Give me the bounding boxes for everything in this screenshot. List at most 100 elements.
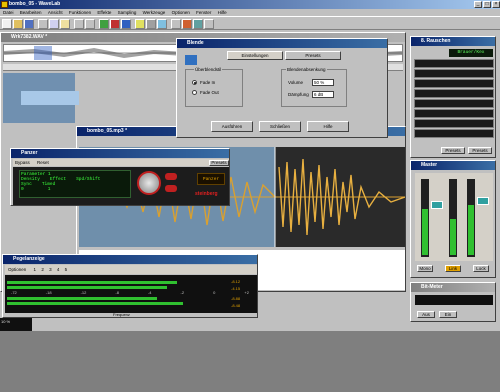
rack-slot[interactable] bbox=[414, 99, 494, 108]
scale-5: -2 bbox=[180, 290, 185, 295]
menu-datei[interactable]: Datei bbox=[3, 10, 14, 15]
rack-slot[interactable] bbox=[414, 89, 494, 98]
pencil-icon[interactable] bbox=[157, 19, 167, 29]
menu-optionen[interactable]: Optionen bbox=[172, 10, 190, 15]
plugin-lcd: Parameter 1 Density Effect Spd/Shift Sync T… bbox=[19, 170, 131, 198]
zoom-icon[interactable] bbox=[146, 19, 156, 29]
meter-icon[interactable] bbox=[171, 19, 181, 29]
rack-slot[interactable] bbox=[414, 59, 494, 68]
redo-icon[interactable] bbox=[85, 19, 95, 29]
fade-in-radio[interactable] bbox=[192, 80, 197, 85]
ueberblendstil-label: Überblendstil bbox=[194, 67, 223, 72]
reset-menu[interactable]: Reset bbox=[37, 160, 49, 165]
ueberblendstil-group: Überblendstil Fade In Fade Out bbox=[185, 67, 243, 107]
bypass-menu[interactable]: Bypass bbox=[15, 160, 30, 165]
app-title-bar: bombo_05 - WaveLab bbox=[0, 0, 500, 9]
level-num-4[interactable]: 4 bbox=[57, 267, 60, 272]
rack-presets-button-1[interactable]: Presets bbox=[441, 147, 465, 154]
level-num-5[interactable]: 5 bbox=[65, 267, 68, 272]
lcd-val1: 1 bbox=[47, 187, 51, 192]
rack-slot[interactable] bbox=[414, 109, 494, 118]
paste-icon[interactable] bbox=[60, 19, 70, 29]
scale-0: -72 bbox=[11, 290, 17, 295]
fade-out-radio[interactable] bbox=[192, 90, 197, 95]
fader-right[interactable] bbox=[477, 197, 489, 205]
volume-label: Volume bbox=[288, 80, 304, 85]
level-title-bar: Pegelanzeige bbox=[3, 255, 257, 264]
level-val-3: -8.88 bbox=[231, 296, 241, 301]
rack-slot[interactable] bbox=[414, 129, 494, 138]
level-title: Pegelanzeige bbox=[13, 256, 45, 262]
spectrum-icon[interactable] bbox=[193, 19, 203, 29]
menu-funktionen[interactable]: Funktionen bbox=[69, 10, 91, 15]
tab-presets[interactable]: Presets bbox=[285, 51, 341, 60]
bitmeter-aus-button[interactable]: Aus bbox=[417, 311, 435, 318]
rack-slot[interactable] bbox=[414, 79, 494, 88]
toolbar bbox=[0, 16, 500, 30]
plugin-btn-red-2[interactable] bbox=[165, 185, 177, 192]
bitmeter-title-bar: Bit-Meter bbox=[411, 283, 495, 292]
menu-sampling[interactable]: Sampling bbox=[118, 10, 137, 15]
level-num-1[interactable]: 1 bbox=[34, 267, 37, 272]
new-file-icon[interactable] bbox=[2, 19, 12, 29]
menu-bearbeiten[interactable]: Bearbeiten bbox=[20, 10, 42, 15]
copy-icon[interactable] bbox=[49, 19, 59, 29]
rack-slot[interactable] bbox=[414, 119, 494, 128]
mono-button[interactable]: Mono bbox=[417, 265, 433, 272]
fader-left[interactable] bbox=[431, 201, 443, 209]
marker-icon[interactable] bbox=[135, 19, 145, 29]
tab-einstellungen[interactable]: Einstellungen bbox=[227, 51, 283, 60]
plugin-btn-red-1[interactable] bbox=[165, 173, 177, 180]
blende-icon bbox=[185, 55, 197, 65]
steinberg-logo: steinberg bbox=[195, 191, 218, 197]
save-icon[interactable] bbox=[24, 19, 34, 29]
open-folder-icon[interactable] bbox=[13, 19, 23, 29]
lock-button[interactable]: Lock bbox=[473, 265, 489, 272]
fade-out-label: Fade Out bbox=[200, 90, 219, 95]
rack-slot[interactable] bbox=[414, 69, 494, 78]
help-icon[interactable] bbox=[204, 19, 214, 29]
master-title-bar: Master bbox=[411, 161, 495, 170]
loop-icon[interactable] bbox=[121, 19, 131, 29]
app-icon bbox=[1, 1, 8, 8]
level-scale: -72 -18 -12 -8 -4 -2 0 +2 bbox=[5, 290, 255, 295]
plugin-menu: Bypass Reset bbox=[13, 159, 229, 166]
menu-effekte[interactable]: Effekte bbox=[97, 10, 111, 15]
menu-bar: Datei Bearbeiten Ansicht Funktionen Effe… bbox=[0, 9, 500, 16]
play-icon[interactable] bbox=[99, 19, 109, 29]
lcd-spdshift: Spd/Shift bbox=[76, 177, 101, 182]
wave2-title: bombo_05.mp3 * bbox=[87, 128, 128, 134]
blende-title-bar: Blende bbox=[177, 39, 387, 48]
meter-center bbox=[449, 179, 457, 257]
undo-icon[interactable] bbox=[74, 19, 84, 29]
menu-fenster[interactable]: Fenster bbox=[196, 10, 211, 15]
minimize-button[interactable]: _ bbox=[474, 1, 482, 8]
bitmeter-ein-button[interactable]: Ein bbox=[439, 311, 457, 318]
menu-hilfe[interactable]: Hilfe bbox=[218, 10, 227, 15]
plugin-knob[interactable] bbox=[137, 171, 161, 195]
scale-4: -4 bbox=[147, 290, 152, 295]
menu-werkzeuge[interactable]: Werkzeuge bbox=[143, 10, 166, 15]
maximize-button[interactable]: □ bbox=[483, 1, 491, 8]
ausfuehren-button[interactable]: Ausführen bbox=[211, 121, 253, 132]
volume-field[interactable]: 50 % bbox=[312, 79, 334, 86]
rack-display: Brauer/Kex bbox=[449, 49, 493, 57]
menu-ansicht[interactable]: Ansicht bbox=[48, 10, 63, 15]
close-button[interactable]: × bbox=[492, 1, 500, 8]
record-icon[interactable] bbox=[110, 19, 120, 29]
schliessen-button[interactable]: Schließen bbox=[259, 121, 301, 132]
level-num-2[interactable]: 2 bbox=[41, 267, 44, 272]
hilfe-button[interactable]: Hilfe bbox=[307, 121, 349, 132]
cut-icon[interactable] bbox=[38, 19, 48, 29]
bitmeter-display bbox=[415, 295, 493, 305]
effect-icon[interactable] bbox=[182, 19, 192, 29]
plugin-name-display: Panzer bbox=[197, 173, 225, 185]
level-num-3[interactable]: 3 bbox=[49, 267, 52, 272]
effects-rack-panel: 8. Rauschen Brauer/Kex Presets Presets bbox=[410, 36, 496, 158]
rack-presets-button-2[interactable]: Presets bbox=[468, 147, 492, 154]
link-button[interactable]: Link bbox=[445, 265, 461, 272]
level-options[interactable]: Optionen bbox=[8, 267, 26, 272]
plugin-presets-button[interactable]: Presets bbox=[209, 160, 229, 166]
daempfung-field[interactable]: 6 dB bbox=[312, 91, 334, 98]
master-panel: Master Mono Link Lock bbox=[410, 160, 496, 278]
